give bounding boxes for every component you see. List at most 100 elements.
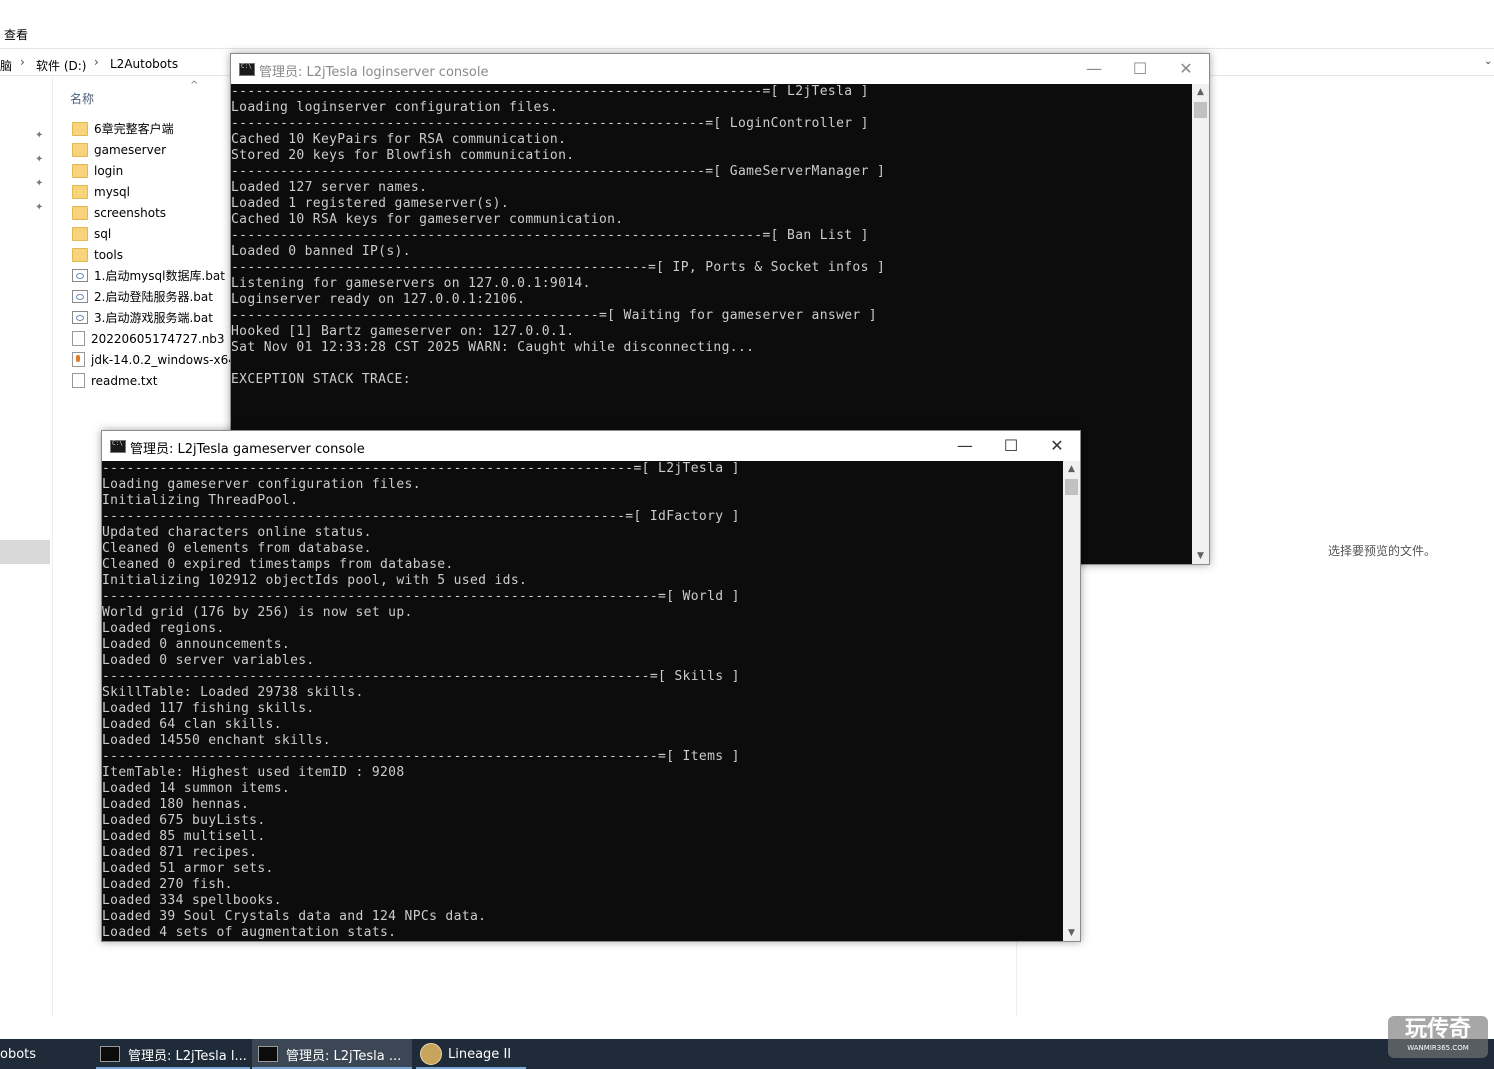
maximize-button[interactable]: ☐ [1117, 54, 1163, 84]
file-name: 6章完整客户端 [94, 122, 174, 136]
watermark-main: 玩传奇 [1404, 1017, 1471, 1042]
chevron-right-icon: › [20, 55, 25, 69]
cmd-icon [239, 63, 255, 76]
pane-divider[interactable] [1016, 940, 1017, 1016]
file-item[interactable]: tools [72, 244, 232, 265]
scroll-thumb[interactable] [1065, 479, 1078, 495]
file-item[interactable]: 20220605174727.nb3 [72, 328, 232, 349]
file-item[interactable]: 3.启动游戏服务端.bat [72, 307, 232, 328]
console-line: ----------------------------------------… [231, 260, 886, 275]
console-line: Loaded 871 recipes. [102, 845, 258, 860]
taskbar: obots 管理员: L2jTesla l... 管理员: L2jTesla .… [0, 1039, 1494, 1069]
file-name: jdk-14.0.2_windows-x64 [91, 352, 232, 367]
menu-view[interactable]: 查看 [4, 26, 28, 43]
taskbar-label: 管理员: L2jTesla ... [286, 1048, 402, 1064]
title-bar[interactable]: 管理员: L2jTesla gameserver console — ☐ ✕ [102, 431, 1080, 461]
scroll-thumb[interactable] [1194, 102, 1207, 118]
scroll-down-icon[interactable]: ▼ [1192, 548, 1209, 564]
close-button[interactable]: ✕ [1034, 431, 1080, 461]
pin-icon[interactable]: ✦ [35, 178, 43, 189]
file-item[interactable]: gameserver [72, 139, 232, 160]
close-button[interactable]: ✕ [1163, 54, 1209, 84]
file-name: 2.启动登陆服务器.bat [94, 290, 213, 304]
explorer-menubar: 查看 [0, 20, 1494, 48]
file-name: login [94, 163, 124, 178]
maximize-button[interactable]: ☐ [988, 431, 1034, 461]
vertical-scrollbar[interactable]: ▲ ▼ [1063, 461, 1080, 941]
file-name: 3.启动游戏服务端.bat [94, 311, 213, 325]
console-line: Cached 10 RSA keys for gameserver commun… [231, 212, 624, 227]
file-name: gameserver [94, 142, 167, 157]
gameserver-console-window[interactable]: 管理员: L2jTesla gameserver console — ☐ ✕ -… [101, 430, 1081, 942]
console-line: ----------------------------------------… [231, 308, 877, 323]
column-header-name[interactable]: 名称 [70, 90, 94, 107]
cmd-icon [100, 1046, 120, 1062]
taskbar-item-gameserver[interactable]: 管理员: L2jTesla ... [252, 1039, 412, 1069]
console-line: Loaded 14550 enchant skills. [102, 733, 331, 748]
console-line: ----------------------------------------… [102, 749, 740, 764]
java-file-icon [72, 352, 85, 367]
taskbar-item-loginserver[interactable]: 管理员: L2jTesla l... [96, 1039, 250, 1069]
scroll-up-icon[interactable]: ▲ [1192, 84, 1209, 100]
cmd-icon [258, 1046, 278, 1062]
taskbar-label: Lineage II [448, 1046, 512, 1062]
console-line: Loaded 0 banned IP(s). [231, 244, 411, 259]
breadcrumb-l2autobots[interactable]: L2Autobots [110, 57, 178, 71]
batch-file-icon [72, 290, 88, 303]
text-file-icon [72, 373, 85, 388]
file-item[interactable]: screenshots [72, 202, 232, 223]
pin-icon[interactable]: ✦ [35, 202, 43, 213]
batch-file-icon [72, 269, 88, 282]
console-line: Loaded 334 spellbooks. [102, 893, 282, 908]
console-line: ----------------------------------------… [231, 228, 869, 243]
taskbar-item-explorer[interactable]: obots [0, 1039, 90, 1069]
file-item[interactable]: 6章完整客户端 [72, 118, 232, 139]
console-line: EXCEPTION STACK TRACE: [231, 372, 411, 387]
file-item[interactable]: mysql [72, 181, 232, 202]
pin-icon[interactable]: ✦ [35, 154, 43, 165]
console-line: Listening for gameservers on 127.0.0.1:9… [231, 276, 591, 291]
minimize-button[interactable]: — [1071, 54, 1117, 84]
pin-icon[interactable]: ✦ [35, 130, 43, 141]
console-output[interactable]: ----------------------------------------… [102, 461, 1063, 941]
minimize-button[interactable]: — [942, 431, 988, 461]
watermark-sub: WANMIR365.COM [1407, 1044, 1469, 1052]
console-line: Loading gameserver configuration files. [102, 477, 421, 492]
chevron-down-icon[interactable]: ⌄ [1484, 56, 1492, 67]
batch-file-icon [72, 311, 88, 324]
file-item[interactable]: jdk-14.0.2_windows-x64 [72, 349, 232, 370]
file-icon [72, 331, 85, 346]
console-line: Loaded 127 server names. [231, 180, 428, 195]
scroll-up-icon[interactable]: ▲ [1063, 461, 1080, 477]
console-line: ----------------------------------------… [102, 589, 740, 604]
console-line: ----------------------------------------… [102, 509, 740, 524]
file-item[interactable]: 1.启动mysql数据库.bat [72, 265, 232, 286]
breadcrumb-drive-d[interactable]: 软件 (D:) [36, 57, 86, 74]
file-name: sql [94, 226, 112, 241]
window-title: 管理员: L2jTesla gameserver console [130, 442, 365, 457]
lineage-icon [420, 1043, 442, 1065]
taskbar-item-lineage[interactable]: Lineage II [416, 1039, 530, 1069]
scroll-down-icon[interactable]: ▼ [1063, 925, 1080, 941]
console-line: Loaded 85 multisell. [102, 829, 266, 844]
vertical-scrollbar[interactable]: ▲ ▼ [1192, 84, 1209, 564]
file-item[interactable]: 2.启动登陆服务器.bat [72, 286, 232, 307]
console-line: Loaded 64 clan skills. [102, 717, 282, 732]
console-line: Hooked [1] Bartz gameserver on: 127.0.0.… [231, 324, 575, 339]
title-bar[interactable]: 管理员: L2jTesla loginserver console — ☐ ✕ [231, 54, 1209, 84]
file-name: 1.启动mysql数据库.bat [94, 269, 225, 283]
file-item[interactable]: sql [72, 223, 232, 244]
breadcrumb-pc[interactable]: 脑 [0, 57, 12, 74]
console-line: Loading loginserver configuration files. [231, 100, 559, 115]
file-item[interactable]: readme.txt [72, 370, 232, 391]
console-line: World grid (176 by 256) is now set up. [102, 605, 413, 620]
console-line: Loaded regions. [102, 621, 225, 636]
console-line: Stored 20 keys for Blowfish communicatio… [231, 148, 575, 163]
console-line: Cleaned 0 expired timestamps from databa… [102, 557, 454, 572]
file-item[interactable]: login [72, 160, 232, 181]
chevron-right-icon: › [94, 55, 99, 69]
nav-selected-item[interactable] [0, 540, 50, 564]
file-name: screenshots [94, 205, 167, 220]
folder-icon [72, 247, 88, 262]
window-title: 管理员: L2jTesla loginserver console [259, 65, 489, 80]
